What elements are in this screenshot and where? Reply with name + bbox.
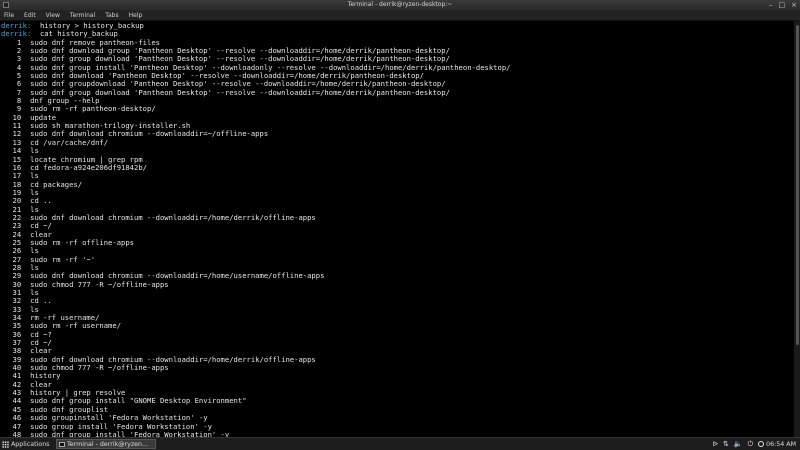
history-output: 1 sudo dnf remove pantheon-files 2 sudo dnf… xyxy=(1,37,794,437)
menu-help[interactable]: Help xyxy=(129,10,143,21)
clock[interactable]: 06:54 AM xyxy=(758,441,796,448)
clock-time: 06:54 AM xyxy=(766,440,796,448)
terminal-icon xyxy=(59,441,65,447)
system-tray: ᐉ ⇅ 🔈 ⏻ 06:54 AM xyxy=(713,438,796,450)
menu-view[interactable]: View xyxy=(46,10,60,21)
history-line: 36 cd ~? xyxy=(1,330,794,339)
history-line: 30 sudo chmod 777 -R ~/offline-apps xyxy=(1,279,794,289)
history-command: sudo rm -rf '~' xyxy=(30,254,96,264)
volume-icon[interactable]: 🔈 xyxy=(734,438,743,450)
history-line: 25 sudo rm -rf offline-apps xyxy=(1,237,794,247)
history-line: 35 sudo rm -rf username/ xyxy=(1,322,794,331)
history-line: 12 sudo dnf download chromium --downloadd… xyxy=(1,130,794,139)
history-command: sudo chmod 777 -R ~/offline-apps xyxy=(30,279,169,289)
scrollbar-thumb[interactable] xyxy=(796,25,799,345)
history-line: 9 sudo rm -rf pantheon-desktop/ xyxy=(1,105,794,114)
close-icon[interactable]: × xyxy=(791,0,797,10)
bluetooth-icon[interactable]: ᐉ xyxy=(713,438,718,450)
window-titlebar[interactable]: Terminal - derrik@ryzen-desktop:~ – □ × xyxy=(0,0,800,10)
network-icon[interactable]: ⇅ xyxy=(723,438,729,450)
history-line: 32 cd .. xyxy=(1,296,794,305)
history-line: 26 ls xyxy=(1,246,794,255)
applications-menu-button[interactable]: Applications xyxy=(2,439,49,449)
history-line: 17 ls xyxy=(1,171,794,180)
history-line: 16 cd fedora-a924e206df91842b/ xyxy=(1,162,794,172)
menu-terminal[interactable]: Terminal xyxy=(70,10,95,21)
history-line: 13 cd /var/cache/dnf/ xyxy=(1,137,794,147)
apps-grid-icon xyxy=(2,440,9,448)
history-number: 5 xyxy=(16,71,22,81)
menu-bar: File Edit View Terminal Tabs Help xyxy=(0,10,800,21)
history-line: 31 ls xyxy=(1,288,794,297)
taskbar-window-label: Terminal - derrik@ryzen... xyxy=(67,440,149,448)
history-line: 19 ls xyxy=(1,188,794,197)
history-line: 18 cd packages/ xyxy=(1,180,794,189)
history-command: sudo dnf group install 'Fedora Workstati… xyxy=(30,429,230,437)
menu-tabs[interactable]: Tabs xyxy=(105,10,118,21)
history-number: 2 xyxy=(16,46,22,56)
history-number: 7 xyxy=(16,87,22,97)
history-number: 8 xyxy=(16,96,22,106)
terminal-scrollbar[interactable] xyxy=(794,21,800,437)
prompt-user: derrik: xyxy=(1,29,32,39)
menu-file[interactable]: File xyxy=(4,10,14,21)
history-line: 40 sudo chmod 777 -R ~/offline-apps xyxy=(1,363,794,372)
clock-icon xyxy=(758,441,765,447)
history-line: 7 sudo dnf group download 'Pantheon Deskt… xyxy=(1,87,794,97)
history-command: sudo rm -rf offline-apps xyxy=(30,237,135,247)
history-command: cd /var/cache/dnf/ xyxy=(30,137,109,147)
history-line: 41 history xyxy=(1,372,794,381)
prompt-line: derrik: history > history_backup xyxy=(1,21,794,30)
window-title: Terminal - derrik@ryzen-desktop:~ xyxy=(347,1,453,8)
taskbar: Applications Terminal - derrik@ryzen... … xyxy=(0,437,800,450)
terminal-output[interactable]: derrik: history > history_backup derrik:… xyxy=(0,21,794,437)
window-controls: – □ × xyxy=(769,0,797,10)
history-number: 6 xyxy=(16,79,22,89)
history-line: 22 sudo dnf download chromium --downloadd… xyxy=(1,212,794,222)
history-line: 27 sudo rm -rf '~' xyxy=(1,254,794,264)
power-icon[interactable]: ⏻ xyxy=(748,438,754,450)
taskbar-terminal-window[interactable]: Terminal - derrik@ryzen... xyxy=(56,439,156,449)
history-line: 33 ls xyxy=(1,305,794,314)
history-line: 20 cd .. xyxy=(1,196,794,205)
history-number: 1 xyxy=(16,37,22,47)
menu-edit[interactable]: Edit xyxy=(24,10,36,21)
applications-label: Applications xyxy=(11,440,50,448)
history-command: cd fedora-a924e206df91842b/ xyxy=(30,162,147,172)
desktop-screen: Terminal - derrik@ryzen-desktop:~ – □ × … xyxy=(0,0,800,450)
history-command: sudo dnf download chromium --downloaddir… xyxy=(30,212,316,222)
history-line: 37 cd ~/ xyxy=(1,338,794,347)
history-number: 3 xyxy=(16,54,22,64)
maximize-icon[interactable]: □ xyxy=(779,0,786,10)
history-number: 4 xyxy=(16,62,22,72)
minimize-icon[interactable]: – xyxy=(769,0,773,10)
history-line: 44 sudo dnf group install "GNOME Desktop … xyxy=(1,397,794,406)
history-line: 23 cd ~/ xyxy=(1,221,794,230)
